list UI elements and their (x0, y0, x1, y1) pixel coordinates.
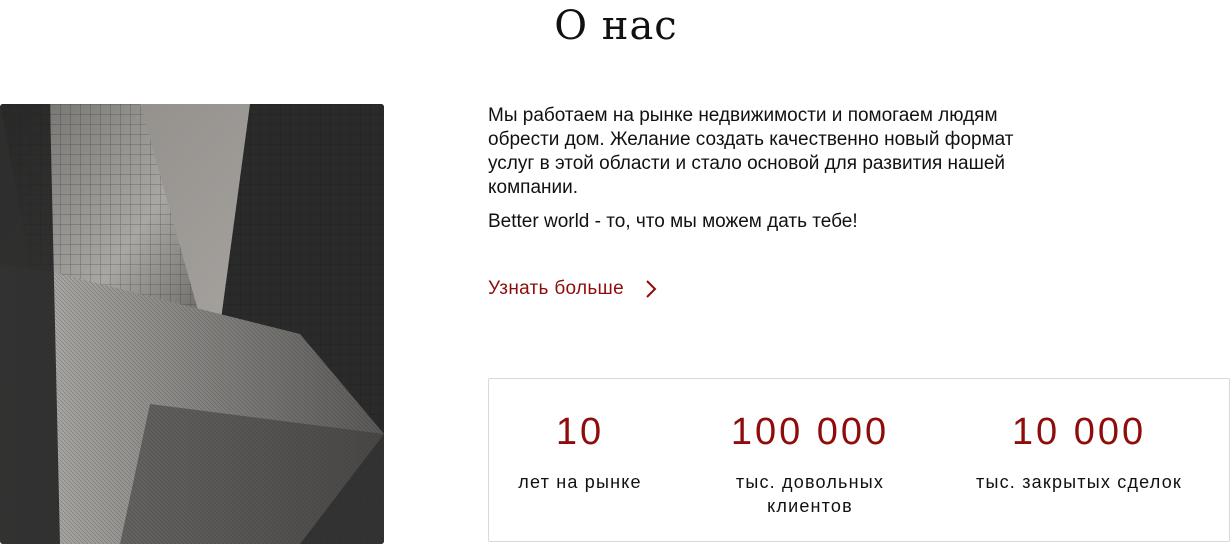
stat-years: 10 лет на рынке (489, 379, 671, 541)
stat-value: 10 (555, 411, 605, 453)
learn-more-link[interactable]: Узнать больше (488, 275, 658, 303)
stat-value: 100 000 (730, 411, 890, 453)
building-photo (0, 104, 384, 544)
about-paragraph-1: Мы работаем на рынке недвижимости и помо… (488, 105, 1014, 198)
about-paragraph-2: Better world - то, что мы можем дать теб… (488, 211, 858, 232)
section-title: О нас (554, 3, 678, 49)
stat-deals: 10 000 тыс. закрытых сделок (949, 379, 1209, 541)
stat-value: 10 000 (1011, 411, 1147, 453)
stats-panel: 10 лет на рынке 100 000 тыс. довольных к… (488, 378, 1230, 542)
chevron-right-icon (644, 279, 658, 299)
stat-label: лет на рынке (518, 472, 642, 492)
stat-label: тыс. довольных клиентов (735, 472, 885, 516)
stat-label: тыс. закрытых сделок (976, 472, 1182, 492)
stat-clients: 100 000 тыс. довольных клиентов (671, 379, 949, 541)
about-description: Мы работаем на рынке недвижимости и помо… (488, 104, 1048, 244)
learn-more-label: Узнать больше (488, 278, 624, 299)
